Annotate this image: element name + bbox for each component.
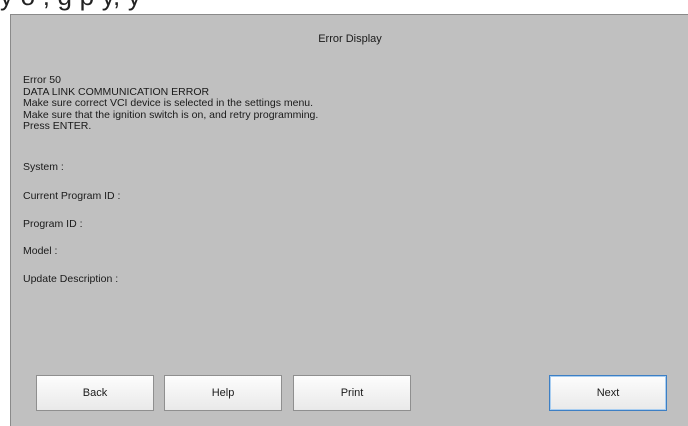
update-description-label: Update Description :: [23, 273, 119, 285]
error-display-window: Error Display Error 50 DATA LINK COMMUNI…: [10, 14, 688, 426]
cropped-header-strip: y o , g p y, y: [0, 0, 688, 14]
print-button[interactable]: Print: [293, 375, 411, 411]
system-label: System :: [23, 161, 64, 173]
next-button[interactable]: Next: [549, 375, 667, 411]
error-hint-enter: Press ENTER.: [23, 120, 92, 133]
error-message: Error 50 DATA LINK COMMUNICATION ERROR M…: [23, 74, 318, 133]
error-code: Error 50: [23, 74, 61, 86]
help-button[interactable]: Help: [164, 375, 282, 411]
current-program-id-label: Current Program ID :: [23, 190, 121, 202]
cropped-header-text: y o , g p y, y: [0, 0, 141, 12]
window-title: Error Display: [318, 33, 382, 45]
back-button[interactable]: Back: [36, 375, 154, 411]
model-label: Model :: [23, 245, 58, 257]
program-id-label: Program ID :: [23, 218, 83, 230]
